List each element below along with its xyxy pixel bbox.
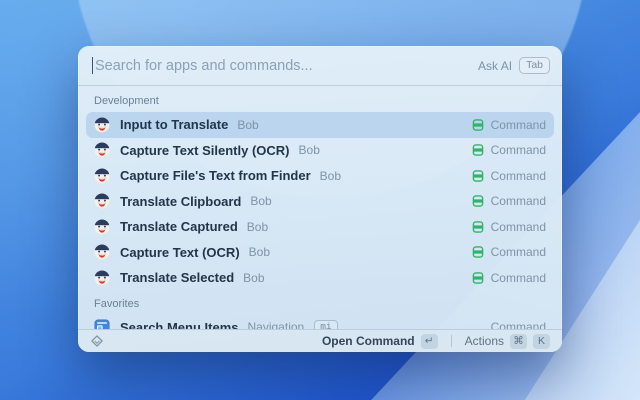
item-subtitle: Bob bbox=[237, 117, 259, 132]
list-item[interactable]: Input to Translate Bob Command bbox=[86, 112, 554, 138]
item-type-label: Command bbox=[490, 143, 546, 158]
ask-ai-button[interactable]: Ask AI Tab bbox=[478, 56, 550, 75]
bob-face-icon bbox=[94, 193, 110, 209]
item-type-accessory: Command bbox=[491, 320, 546, 329]
section-header-favorites: Favorites bbox=[94, 297, 140, 310]
item-type-accessory: Command bbox=[472, 271, 546, 285]
item-title: Capture File's Text from Finder bbox=[120, 168, 311, 184]
bob-face-icon bbox=[94, 270, 110, 286]
search-input[interactable] bbox=[95, 57, 479, 74]
footer-divider bbox=[450, 335, 452, 347]
item-subtitle: Bob bbox=[298, 143, 320, 158]
bob-face-icon bbox=[94, 219, 110, 235]
item-alias-badge: mi bbox=[314, 319, 338, 329]
item-type-accessory: Command bbox=[472, 118, 546, 132]
item-type-label: Command bbox=[490, 117, 546, 132]
command-green-icon bbox=[472, 271, 484, 284]
item-type-accessory: Command bbox=[472, 194, 546, 208]
item-title: Translate Selected bbox=[120, 270, 235, 286]
list-item[interactable]: Translate Selected Bob Command bbox=[86, 265, 554, 291]
open-command-label: Open Command bbox=[321, 334, 415, 348]
item-type-label: Command bbox=[490, 270, 546, 285]
item-type-label: Command bbox=[490, 320, 546, 329]
item-title: Capture Text Silently (OCR) bbox=[120, 142, 290, 158]
command-green-icon bbox=[472, 246, 484, 259]
item-type-label: Command bbox=[490, 219, 546, 234]
menu-items-icon bbox=[94, 319, 110, 329]
text-cursor bbox=[92, 57, 93, 74]
command-green-icon bbox=[472, 169, 484, 182]
item-title: Translate Captured bbox=[120, 219, 238, 235]
command-green-icon bbox=[472, 118, 484, 131]
command-green-icon bbox=[472, 144, 484, 157]
item-subtitle: Bob bbox=[250, 194, 272, 209]
section-header-development: Development bbox=[94, 95, 159, 107]
list-item[interactable]: Capture Text (OCR) Bob Command bbox=[86, 240, 554, 266]
item-type-accessory: Command bbox=[472, 245, 546, 259]
bob-face-icon bbox=[94, 117, 110, 133]
command-green-icon bbox=[472, 195, 484, 208]
footer-bar: Open Command ↵ Actions ⌘ K bbox=[78, 329, 562, 352]
k-key-badge: K bbox=[533, 333, 550, 349]
actions-button[interactable]: Actions ⌘ K bbox=[461, 333, 554, 349]
item-subtitle: Navigation bbox=[247, 320, 305, 329]
list-item[interactable]: Translate Captured Bob Command bbox=[86, 214, 554, 240]
item-subtitle: Bob bbox=[243, 270, 265, 285]
item-type-label: Command bbox=[490, 168, 546, 183]
bob-face-icon bbox=[94, 244, 110, 260]
cmd-key-badge: ⌘ bbox=[510, 333, 527, 349]
bob-face-icon bbox=[94, 142, 110, 158]
actions-label: Actions bbox=[464, 334, 504, 348]
return-key-badge: ↵ bbox=[420, 333, 438, 349]
item-type-accessory: Command bbox=[472, 143, 546, 157]
command-list: Development Input to Translate Bob Comman… bbox=[78, 86, 562, 329]
item-type-accessory: Command bbox=[472, 220, 546, 234]
item-title: Input to Translate bbox=[120, 117, 229, 133]
raycast-launcher-window: Ask AI Tab Development Input to Translat… bbox=[78, 46, 562, 352]
bob-face-icon bbox=[94, 168, 110, 184]
item-subtitle: Bob bbox=[319, 168, 342, 183]
raycast-logo-icon bbox=[90, 334, 104, 348]
tab-key-badge: Tab bbox=[519, 56, 550, 75]
item-title: Search Menu Items bbox=[120, 319, 239, 329]
item-type-accessory: Command bbox=[472, 169, 546, 183]
item-type-label: Command bbox=[490, 194, 546, 209]
search-bar: Ask AI Tab bbox=[78, 46, 562, 86]
command-green-icon bbox=[472, 220, 484, 233]
item-title: Translate Clipboard bbox=[120, 193, 242, 209]
ask-ai-label: Ask AI bbox=[478, 58, 513, 73]
item-subtitle: Bob bbox=[246, 219, 269, 234]
list-item[interactable]: Translate Clipboard Bob Command bbox=[86, 189, 554, 215]
open-command-button[interactable]: Open Command ↵ bbox=[318, 333, 442, 349]
item-type-label: Command bbox=[490, 245, 546, 260]
list-item[interactable]: Capture File's Text from Finder Bob Comma… bbox=[86, 163, 554, 189]
item-title: Capture Text (OCR) bbox=[120, 244, 240, 260]
list-item[interactable]: Capture Text Silently (OCR) Bob Command bbox=[86, 138, 554, 164]
item-subtitle: Bob bbox=[248, 245, 271, 260]
list-item[interactable]: Search Menu Items Navigation mi Command bbox=[86, 315, 554, 329]
